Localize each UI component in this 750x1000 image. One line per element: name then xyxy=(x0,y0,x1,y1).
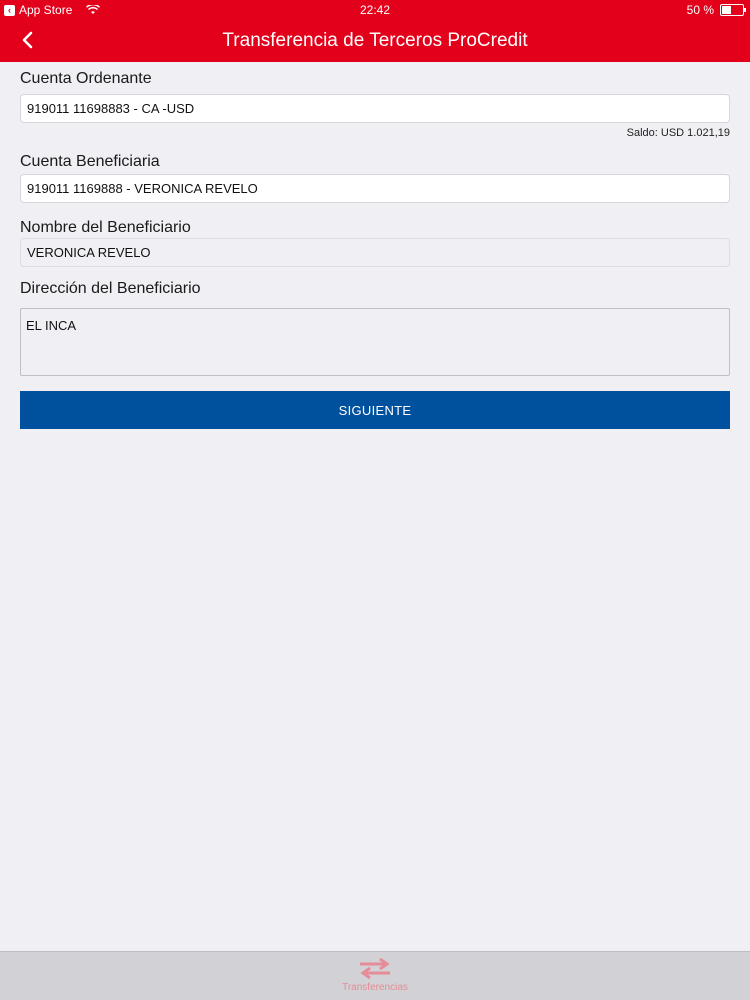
page-title: Transferencia de Terceros ProCredit xyxy=(222,30,528,51)
battery-level xyxy=(722,6,731,14)
battery-status: 50 % xyxy=(686,3,746,17)
ordering-account-label: Cuenta Ordenante xyxy=(20,70,152,87)
battery-text: 50 % xyxy=(686,3,714,17)
beneficiary-address-label: Dirección del Beneficiario xyxy=(20,280,201,297)
header-bar: ‹ App Store 22:42 50 % Transferencia de … xyxy=(0,0,750,62)
beneficiary-account-select[interactable]: 919011 1169888 - VERONICA REVELO xyxy=(20,174,730,203)
status-time: 22:42 xyxy=(359,3,391,17)
status-bar: ‹ App Store 22:42 50 % xyxy=(0,0,750,20)
ordering-account-select[interactable]: 919011 11698883 - CA -USD xyxy=(20,94,730,123)
beneficiary-account-label: Cuenta Beneficiaria xyxy=(20,153,160,170)
beneficiary-address-field[interactable]: EL INCA xyxy=(20,308,730,376)
transfer-arrows-icon xyxy=(360,957,390,980)
bottom-tab-bar: Transferencias xyxy=(0,951,750,1000)
beneficiary-name-label: Nombre del Beneficiario xyxy=(20,219,191,236)
tab-transferencias[interactable]: Transferencias xyxy=(325,956,425,993)
account-balance: Saldo: USD 1.021,19 xyxy=(626,127,730,139)
transfer-screen: ‹ App Store 22:42 50 % Transferencia de … xyxy=(0,0,750,1000)
next-button[interactable]: SIGUIENTE xyxy=(20,391,730,429)
tab-transferencias-label: Transferencias xyxy=(342,982,408,993)
battery-icon xyxy=(720,4,746,16)
beneficiary-name-field: VERONICA REVELO xyxy=(20,238,730,267)
